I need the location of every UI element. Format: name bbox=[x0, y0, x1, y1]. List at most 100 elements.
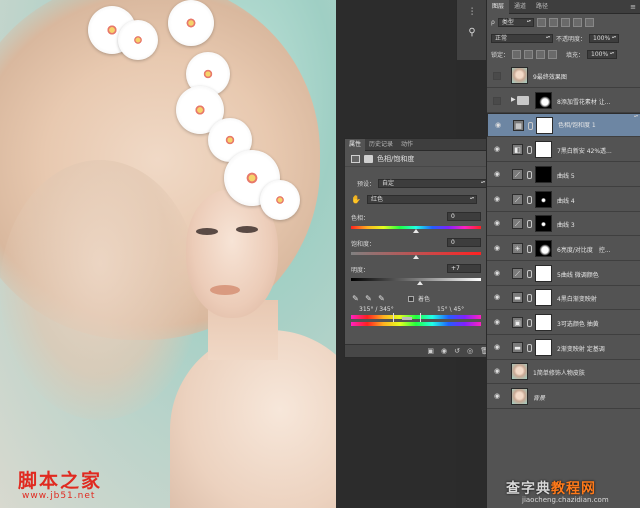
link-icon[interactable] bbox=[527, 269, 532, 278]
layer-name: 4黑白渐变映射 bbox=[557, 296, 597, 304]
blend-mode-select[interactable]: 正常 bbox=[491, 34, 553, 43]
visibility-eye-icon[interactable]: ◉ bbox=[492, 393, 502, 400]
clip-to-layer-icon[interactable]: ▣ bbox=[427, 347, 434, 356]
saturation-value[interactable]: 0 bbox=[447, 238, 481, 247]
visibility-eye-icon[interactable]: ◉ bbox=[492, 294, 502, 301]
layer-row[interactable]: ◉ ⟋ 曲线 5 bbox=[487, 162, 640, 187]
layer-mask-thumbnail[interactable] bbox=[535, 215, 552, 233]
layers-menu-icon[interactable]: ≡ bbox=[630, 3, 636, 11]
layer-row[interactable]: ▶ 8添加雪花素材 让... bbox=[487, 88, 640, 113]
layer-row[interactable]: 9最终效果图 bbox=[487, 64, 640, 88]
colorize-checkbox[interactable] bbox=[408, 295, 414, 302]
document-canvas[interactable]: 脚本之家 www.jb51.net bbox=[0, 0, 336, 508]
saturation-slider-thumb[interactable] bbox=[413, 255, 419, 259]
link-icon[interactable] bbox=[527, 170, 532, 179]
layer-row[interactable]: ◉ 1简单修饰人物皮肤 bbox=[487, 360, 640, 385]
layer-mask-thumbnail[interactable] bbox=[535, 141, 552, 159]
tab-paths[interactable]: 路径 bbox=[531, 0, 553, 14]
visibility-eye-icon[interactable]: ◉ bbox=[492, 170, 502, 178]
layer-mask-thumbnail[interactable] bbox=[535, 264, 552, 282]
visibility-icon[interactable]: ◎ bbox=[467, 347, 473, 356]
filter-type-icon[interactable] bbox=[560, 18, 570, 27]
lock-row: 锁定： 填充： 100% bbox=[491, 50, 636, 59]
link-icon[interactable] bbox=[528, 122, 533, 131]
layer-row[interactable]: ◉ 背景 bbox=[487, 385, 640, 410]
layer-mask-thumbnail[interactable] bbox=[535, 338, 552, 356]
eyedropper-minus-icon[interactable]: ✎ bbox=[377, 294, 386, 303]
layer-thumbnail[interactable] bbox=[511, 388, 528, 406]
layer-row[interactable]: ◉ ▦ 色相/饱和度 1 bbox=[487, 113, 640, 138]
layer-mask-thumbnail[interactable] bbox=[535, 289, 552, 307]
filter-pixel-icon[interactable] bbox=[536, 18, 546, 27]
mask-icon[interactable] bbox=[364, 154, 373, 163]
layer-mask-thumbnail[interactable] bbox=[535, 314, 552, 331]
visibility-eye-icon[interactable]: ◉ bbox=[492, 269, 502, 277]
layer-row[interactable]: ◉ ◧ 7黑白新安 42%透... bbox=[487, 138, 640, 163]
link-icon[interactable] bbox=[527, 220, 532, 229]
layer-mask-thumbnail[interactable] bbox=[535, 165, 552, 183]
layer-mask-thumbnail[interactable] bbox=[535, 239, 552, 257]
layer-mask-thumbnail[interactable] bbox=[535, 190, 552, 208]
clone-source-icon[interactable]: ⚲ bbox=[465, 26, 479, 40]
opacity-input[interactable]: 100% bbox=[589, 34, 620, 43]
tab-actions[interactable]: 动作 bbox=[397, 139, 417, 151]
hand-target-icon[interactable]: ✋ bbox=[351, 195, 361, 204]
layer-mask-thumbnail[interactable] bbox=[536, 117, 553, 135]
layer-row[interactable]: ◉ ▣ 3可选颜色 抽黄 bbox=[487, 311, 640, 335]
eyedropper-icon[interactable]: ✎ bbox=[351, 294, 360, 303]
tab-channels[interactable]: 通道 bbox=[509, 0, 531, 14]
lightness-slider-thumb[interactable] bbox=[417, 281, 423, 285]
layer-thumbnail[interactable] bbox=[511, 363, 528, 381]
link-icon[interactable] bbox=[527, 319, 532, 327]
link-icon[interactable] bbox=[527, 343, 532, 352]
layer-thumbnail[interactable] bbox=[511, 67, 528, 84]
group-expand-icon[interactable]: ▶ bbox=[511, 96, 516, 103]
layer-row[interactable]: ◉ ⟋ 曲线 3 bbox=[487, 212, 640, 237]
tab-layers[interactable]: 图层 bbox=[487, 0, 510, 14]
layer-row[interactable]: ◉ ☀ 6亮度/对比度 控... bbox=[487, 236, 640, 261]
reset-icon[interactable]: ↺ bbox=[454, 347, 460, 356]
layer-row[interactable]: ◉ ▬ 2渐变映射 定基调 bbox=[487, 335, 640, 360]
layer-name: 背景 bbox=[533, 395, 546, 403]
filter-adjust-icon[interactable] bbox=[548, 18, 558, 27]
visibility-eye-icon[interactable]: ◉ bbox=[492, 244, 502, 252]
layer-row[interactable]: ◉ ▬ 4黑白渐变映射 bbox=[487, 286, 640, 311]
fill-input[interactable]: 100% bbox=[587, 50, 618, 59]
filter-shape-icon[interactable] bbox=[572, 18, 582, 27]
visibility-eye-icon[interactable]: ◉ bbox=[492, 343, 502, 351]
visibility-eye-icon[interactable]: ◉ bbox=[492, 146, 502, 153]
visibility-toggle-empty[interactable] bbox=[493, 72, 501, 80]
preset-select[interactable]: 自定 bbox=[378, 179, 489, 188]
visibility-eye-icon[interactable]: ◉ bbox=[492, 220, 502, 227]
lock-pixels-icon[interactable] bbox=[524, 50, 534, 59]
visibility-eye-icon[interactable]: ◉ bbox=[493, 122, 503, 129]
visibility-eye-icon[interactable]: ◉ bbox=[492, 368, 502, 375]
link-icon[interactable] bbox=[527, 244, 532, 253]
lock-position-icon[interactable] bbox=[536, 50, 546, 59]
layer-row[interactable]: ◉ ⟋ 曲线 4 bbox=[487, 187, 640, 212]
visibility-eye-icon[interactable]: ◉ bbox=[492, 319, 502, 326]
lock-transparent-icon[interactable] bbox=[512, 50, 522, 59]
brush-preset-icon[interactable]: ⫶ bbox=[465, 6, 479, 20]
link-icon[interactable] bbox=[527, 195, 532, 204]
visibility-eye-icon[interactable]: ◉ bbox=[492, 195, 502, 203]
lightness-slider-track[interactable] bbox=[351, 278, 481, 281]
hue-slider-thumb[interactable] bbox=[413, 229, 419, 233]
link-icon[interactable] bbox=[527, 294, 532, 303]
tab-history[interactable]: 历史记录 bbox=[365, 139, 397, 151]
tab-properties[interactable]: 属性 bbox=[345, 138, 366, 151]
filter-kind-select[interactable]: 类型 bbox=[497, 18, 534, 27]
view-previous-icon[interactable]: ◉ bbox=[441, 347, 447, 356]
hue-value[interactable]: 0 bbox=[447, 212, 481, 221]
adjustment-icon: ▬ bbox=[512, 292, 523, 304]
filter-smart-icon[interactable] bbox=[584, 18, 594, 27]
filter-icon: ρ bbox=[491, 19, 495, 26]
visibility-toggle-empty[interactable] bbox=[493, 96, 501, 105]
channel-select[interactable]: 红色 bbox=[367, 195, 477, 204]
link-icon[interactable] bbox=[527, 146, 532, 155]
eyedropper-plus-icon[interactable]: ✎ bbox=[364, 294, 373, 303]
lock-all-icon[interactable] bbox=[548, 50, 558, 59]
lightness-value[interactable]: +7 bbox=[447, 264, 481, 273]
layer-mask-thumbnail[interactable] bbox=[535, 91, 552, 109]
layer-row[interactable]: ◉ ⟋ 5曲线 微调颜色 bbox=[487, 261, 640, 286]
